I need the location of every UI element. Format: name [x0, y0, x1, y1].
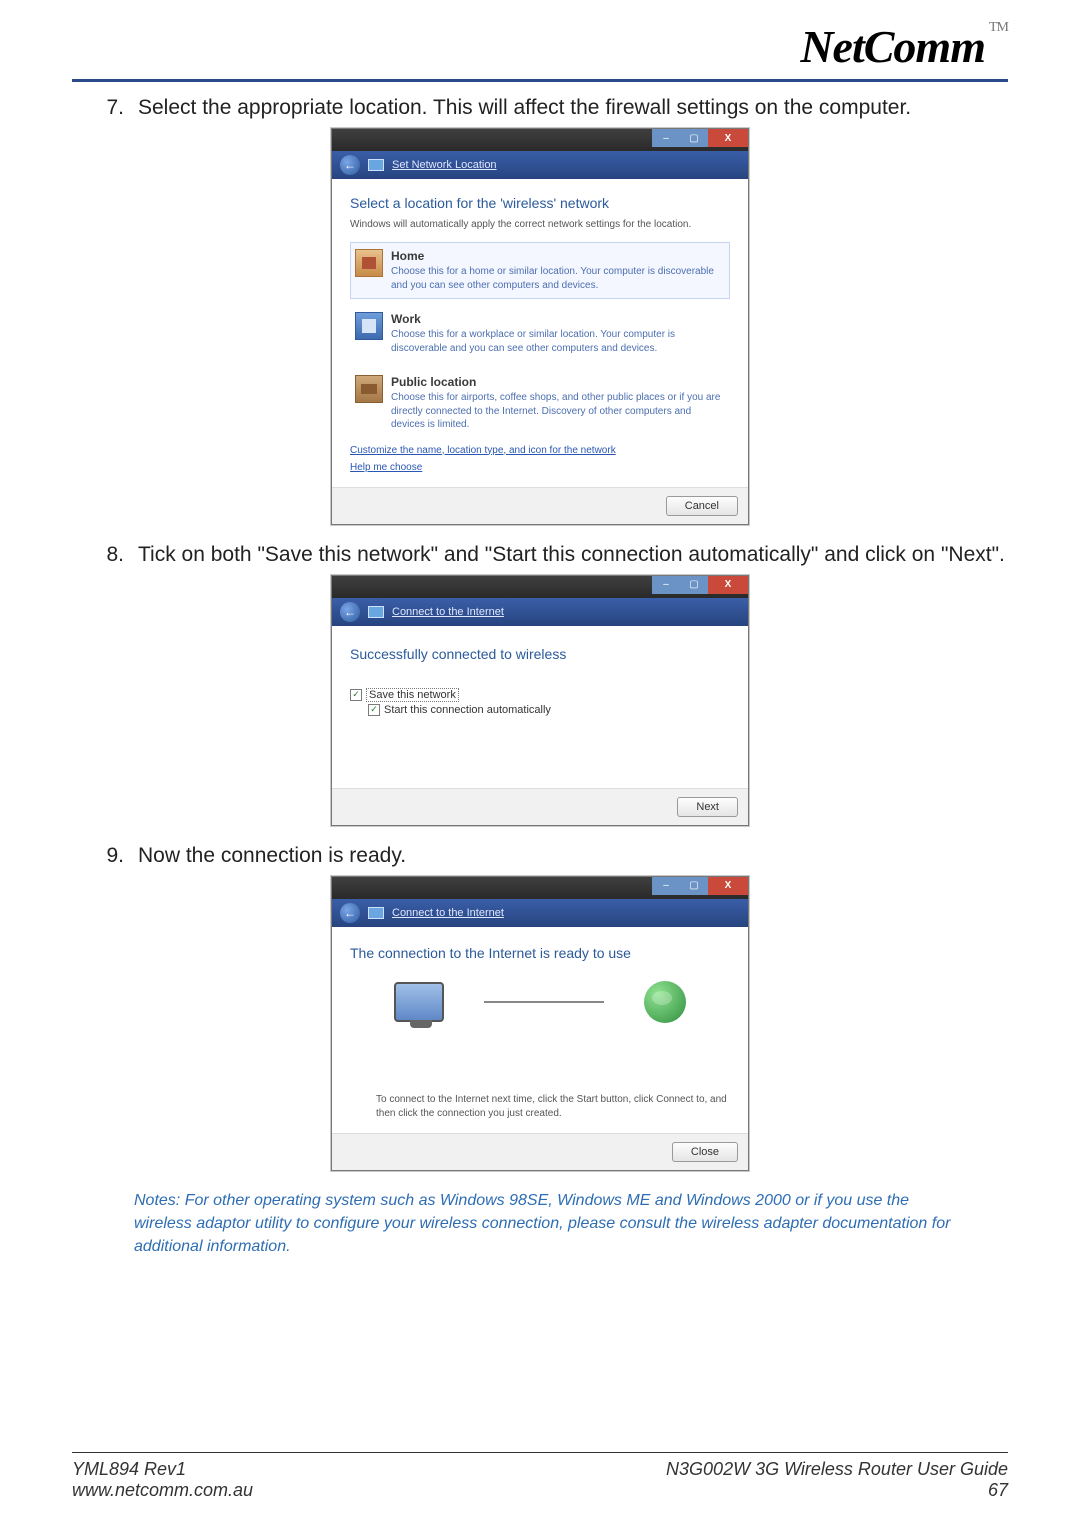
checkbox-icon[interactable] — [368, 704, 380, 716]
step-text: Select the appropriate location. This wi… — [138, 96, 1008, 120]
link-help-me-choose[interactable]: Help me choose — [350, 462, 730, 473]
window-close-icon[interactable]: X — [708, 129, 748, 147]
option-title: Home — [391, 249, 725, 263]
notes-text: Notes: For other operating system such a… — [134, 1189, 968, 1259]
connection-line-icon — [484, 1001, 604, 1003]
network-icon — [368, 159, 384, 171]
close-button[interactable]: Close — [672, 1142, 738, 1162]
footer-doc-title: N3G002W 3G Wireless Router User Guide — [666, 1459, 1008, 1480]
window-maximize-icon[interactable]: ▢ — [680, 129, 708, 147]
globe-icon — [644, 981, 686, 1023]
dialog-heading: Successfully connected to wireless — [350, 646, 730, 662]
window-titlebar[interactable]: – ▢ X — [332, 129, 748, 151]
step-number: 9. — [90, 844, 124, 868]
step-7: 7. Select the appropriate location. This… — [90, 96, 1008, 120]
window-close-icon[interactable]: X — [708, 576, 748, 594]
page-footer: YML894 Rev1 www.netcomm.com.au N3G002W 3… — [72, 1452, 1008, 1501]
connection-hint-text: To connect to the Internet next time, cl… — [376, 1093, 730, 1121]
link-customize[interactable]: Customize the name, location type, and i… — [350, 445, 730, 456]
breadcrumb-title: Connect to the Internet — [392, 907, 504, 919]
window-maximize-icon[interactable]: ▢ — [680, 576, 708, 594]
trademark-icon: TM — [989, 20, 1008, 35]
step-9: 9. Now the connection is ready. — [90, 844, 1008, 868]
back-icon[interactable]: ← — [340, 903, 360, 923]
dialog-heading: Select a location for the 'wireless' net… — [350, 195, 730, 211]
back-icon[interactable]: ← — [340, 155, 360, 175]
window-titlebar[interactable]: – ▢ X — [332, 877, 748, 899]
option-desc: Choose this for a workplace or similar l… — [391, 329, 675, 354]
window-titlebar[interactable]: – ▢ X — [332, 576, 748, 598]
connection-graphic — [350, 981, 730, 1023]
step-text: Tick on both "Save this network" and "St… — [138, 543, 1008, 567]
window-minimize-icon[interactable]: – — [652, 877, 680, 895]
checkbox-save-network[interactable]: Save this network — [350, 688, 730, 702]
network-icon — [368, 606, 384, 618]
footer-page-number: 67 — [666, 1480, 1008, 1501]
dialog-heading: The connection to the Internet is ready … — [350, 945, 730, 961]
window-minimize-icon[interactable]: – — [652, 129, 680, 147]
option-desc: Choose this for a home or similar locati… — [391, 266, 714, 291]
step-text: Now the connection is ready. — [138, 844, 1008, 868]
network-icon — [368, 907, 384, 919]
cancel-button[interactable]: Cancel — [666, 496, 738, 516]
back-icon[interactable]: ← — [340, 602, 360, 622]
dialog-connection-ready: – ▢ X ← Connect to the Internet The conn… — [331, 876, 749, 1171]
checkbox-start-automatically[interactable]: Start this connection automatically — [368, 704, 730, 716]
dialog-subtext: Windows will automatically apply the cor… — [350, 219, 730, 230]
breadcrumb: ← Connect to the Internet — [332, 899, 748, 927]
footer-doc-rev: YML894 Rev1 — [72, 1459, 253, 1480]
step-number: 8. — [90, 543, 124, 567]
option-title: Work — [391, 312, 725, 326]
brand-name: NetComm — [800, 21, 985, 72]
breadcrumb: ← Set Network Location — [332, 151, 748, 179]
step-8: 8. Tick on both "Save this network" and … — [90, 543, 1008, 567]
page-header: NetComm TM — [72, 20, 1008, 82]
footer-url: www.netcomm.com.au — [72, 1480, 253, 1501]
dialog-set-network-location: – ▢ X ← Set Network Location Select a lo… — [331, 128, 749, 525]
option-desc: Choose this for airports, coffee shops, … — [391, 392, 720, 430]
dialog-connect-success: – ▢ X ← Connect to the Internet Successf… — [331, 575, 749, 826]
option-work[interactable]: Work Choose this for a workplace or simi… — [350, 305, 730, 362]
computer-icon — [394, 982, 444, 1022]
breadcrumb-title: Set Network Location — [392, 159, 497, 171]
next-button[interactable]: Next — [677, 797, 738, 817]
step-number: 7. — [90, 96, 124, 120]
option-public[interactable]: Public location Choose this for airports… — [350, 368, 730, 439]
brand-logo: NetComm TM — [800, 20, 1008, 73]
public-icon — [355, 375, 383, 403]
breadcrumb: ← Connect to the Internet — [332, 598, 748, 626]
window-close-icon[interactable]: X — [708, 877, 748, 895]
checkbox-label: Save this network — [366, 688, 459, 702]
breadcrumb-title: Connect to the Internet — [392, 606, 504, 618]
checkbox-icon[interactable] — [350, 689, 362, 701]
checkbox-label: Start this connection automatically — [384, 704, 551, 716]
window-maximize-icon[interactable]: ▢ — [680, 877, 708, 895]
work-icon — [355, 312, 383, 340]
option-home[interactable]: Home Choose this for a home or similar l… — [350, 242, 730, 299]
window-minimize-icon[interactable]: – — [652, 576, 680, 594]
option-title: Public location — [391, 375, 725, 389]
home-icon — [355, 249, 383, 277]
